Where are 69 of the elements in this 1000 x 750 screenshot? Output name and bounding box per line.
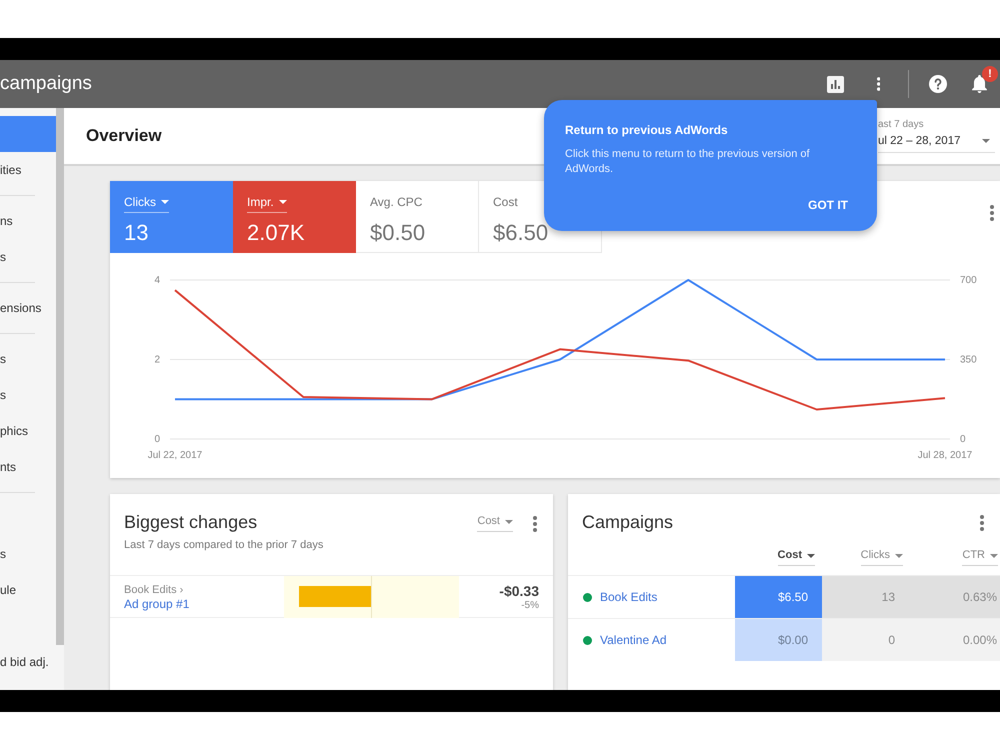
axis-label: Jul 28, 2017 <box>918 450 972 461</box>
nav-item[interactable]: s <box>0 341 56 377</box>
table-cell: 0.00% <box>910 619 1000 661</box>
caret-icon <box>895 554 903 558</box>
metric-dropdown[interactable]: Impr. <box>247 195 287 213</box>
nav-item[interactable]: s <box>0 239 56 275</box>
card-title: Campaigns <box>582 511 674 533</box>
metric-value: $0.50 <box>370 220 426 246</box>
breadcrumb-text: Book Edits › <box>124 582 184 596</box>
scrollbar-thumb[interactable] <box>56 108 64 645</box>
axis-label: Jul 22, 2017 <box>148 450 202 461</box>
axis-label: 350 <box>960 354 977 366</box>
got-it-button[interactable]: GOT IT <box>800 193 856 217</box>
axis-label: 2 <box>154 354 160 366</box>
nav-item[interactable]: s <box>0 377 56 413</box>
nav-item[interactable]: nts <box>0 449 56 485</box>
axis-label: 0 <box>960 434 966 445</box>
notification-badge: ! <box>982 66 998 82</box>
bell-icon[interactable] <box>972 75 987 93</box>
bar-chart-icon[interactable] <box>826 76 844 92</box>
caret-icon <box>278 200 287 204</box>
metric-tile[interactable]: Impr. 2.07K <box>233 181 356 253</box>
table-cell: $0.00 <box>735 619 822 661</box>
more-icon[interactable] <box>980 515 984 531</box>
axis-label: 700 <box>960 275 977 286</box>
metric-dropdown[interactable]: Clicks <box>124 195 169 213</box>
more-icon[interactable] <box>876 77 880 91</box>
table-cell: 13 <box>822 576 910 618</box>
nav-item[interactable]: ns <box>0 203 56 239</box>
date-range-dropdown[interactable]: ul 22 – 28, 2017 <box>878 135 995 153</box>
tooltip-title: Return to previous AdWords <box>565 122 728 138</box>
caret-icon <box>982 139 990 143</box>
nav-item[interactable]: ities <box>0 152 56 188</box>
card-title: Biggest changes <box>124 511 258 533</box>
metric-tile[interactable]: Avg. CPC $0.50 <box>356 181 479 253</box>
metric-tile[interactable]: Clicks 13 <box>110 181 233 253</box>
table-cell: $6.50 <box>735 576 822 618</box>
more-icon[interactable] <box>990 205 994 221</box>
tooltip-text: Click this menu to return to the previous version of AdWords. <box>565 147 811 177</box>
metric-label: Avg. CPC <box>370 195 422 211</box>
metric-label: Cost <box>493 195 518 211</box>
page-title: campaigns <box>0 73 92 95</box>
caret-icon <box>807 554 815 558</box>
ad-group-link[interactable]: Ad group #1 <box>124 596 190 612</box>
campaign-link[interactable]: Book Edits <box>600 590 658 604</box>
metric-value: 13 <box>124 220 148 246</box>
axis-label: 0 <box>154 434 160 445</box>
column-header[interactable]: Cost <box>778 549 815 566</box>
change-percent: -5% <box>521 600 539 612</box>
nav-item[interactable]: ule <box>0 572 56 608</box>
metric-value: $6.50 <box>493 220 548 246</box>
help-icon[interactable] <box>929 75 947 93</box>
section-title: Overview <box>86 126 162 146</box>
campaign-link[interactable]: Valentine Ad <box>600 632 666 648</box>
nav-item[interactable]: phics <box>0 413 56 449</box>
date-range-label: ast 7 days <box>878 119 924 131</box>
nav-item[interactable]: d bid adj. <box>0 644 56 680</box>
more-icon[interactable] <box>533 516 537 532</box>
axis-label: 4 <box>154 275 160 286</box>
metric-value: 2.07K <box>247 220 304 246</box>
table-cell: 0.63% <box>910 576 1000 618</box>
nav-item[interactable]: s <box>0 536 56 572</box>
table-cell: 0 <box>822 619 910 661</box>
card-subtitle: Last 7 days compared to the prior 7 days <box>124 538 324 552</box>
caret-icon <box>161 200 169 204</box>
nav-item[interactable]: ensions <box>0 290 56 326</box>
caret-icon <box>990 554 998 558</box>
caret-icon <box>505 520 513 524</box>
change-value: -$0.33 <box>499 582 539 600</box>
